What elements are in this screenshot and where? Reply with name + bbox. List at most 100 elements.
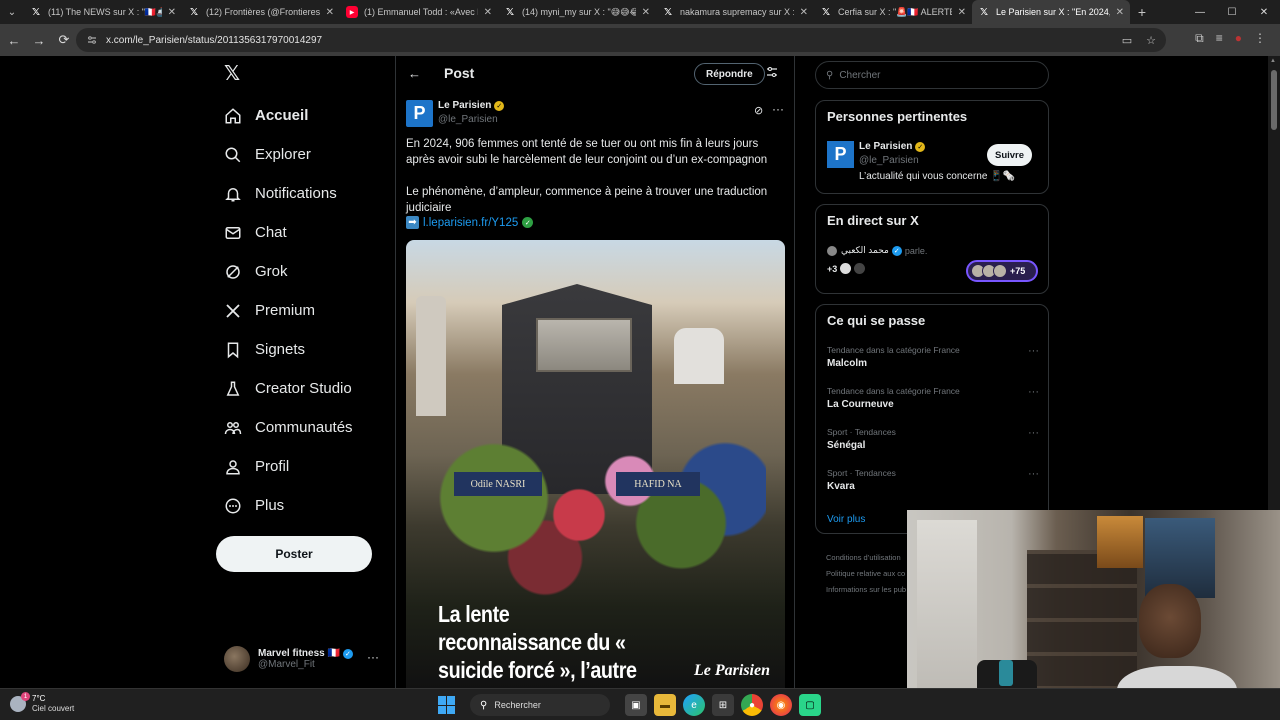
more-options-icon[interactable]: ···: [1028, 468, 1039, 480]
nav-item-grok[interactable]: Grok: [224, 252, 353, 291]
close-tab-icon[interactable]: ✕: [484, 7, 492, 18]
more-options-icon[interactable]: ···: [367, 650, 379, 664]
follow-button[interactable]: Suivre: [987, 144, 1033, 166]
browser-tab[interactable]: ▶ (1) Emmanuel Todd : «Avec le G ✕: [340, 0, 498, 24]
file-explorer-icon[interactable]: ▬: [654, 694, 676, 716]
nav-item-chat[interactable]: Chat: [224, 213, 353, 252]
close-tab-icon[interactable]: ✕: [326, 7, 334, 18]
weather-condition: Ciel couvert: [32, 704, 75, 713]
footer-link[interactable]: Informations sur les pub: [826, 582, 916, 598]
media-logo: Le Parisien: [694, 662, 770, 679]
grok-icon[interactable]: ⊘: [754, 104, 763, 117]
browser-tab[interactable]: 𝕏 (11) The NEWS sur X : "🇫🇷🚢Nia ✕: [24, 0, 182, 24]
close-window-icon[interactable]: ✕: [1248, 0, 1280, 24]
x-logo[interactable]: 𝕏: [224, 64, 244, 84]
show-more-link[interactable]: Voir plus: [827, 514, 865, 525]
search-input[interactable]: ⚲ Chercher: [815, 61, 1049, 89]
avatar: [993, 264, 1007, 278]
nav-item-home[interactable]: Accueil: [224, 96, 353, 135]
firefox-icon[interactable]: ◉: [770, 694, 792, 716]
trend-item[interactable]: Sport · Tendances Kvara ···: [827, 468, 1039, 492]
more-options-icon[interactable]: ···: [1028, 427, 1039, 439]
author-name[interactable]: Le Parisien ✓: [438, 100, 505, 111]
maximize-icon[interactable]: ☐: [1216, 0, 1248, 24]
weather-widget[interactable]: 1 7°C Ciel couvert: [10, 692, 75, 714]
grave-plaque: [536, 318, 632, 372]
tab-title: (11) The NEWS sur X : "🇫🇷🚢Nia: [48, 6, 162, 17]
close-tab-icon[interactable]: ✕: [800, 7, 808, 18]
profile-icon[interactable]: ●: [1235, 31, 1242, 46]
edge-icon[interactable]: e: [683, 694, 705, 716]
more-options-icon[interactable]: ···: [772, 102, 784, 116]
head-shape: [1139, 584, 1201, 658]
store-icon[interactable]: ⊞: [712, 694, 734, 716]
browser-tab[interactable]: 𝕏 (12) Frontières (@Frontieresme ✕: [182, 0, 340, 24]
trend-item[interactable]: Sport · Tendances Sénégal ···: [827, 427, 1039, 451]
account-switcher[interactable]: Marvel fitness 🇫🇷 ✓ @Marvel_Fit ···: [224, 642, 389, 676]
tweet-media-image[interactable]: Odile NASRI HAFID NA La lente reconnaiss…: [406, 240, 785, 688]
nav-item-profile[interactable]: Profil: [224, 447, 353, 486]
browser-menu-icon[interactable]: ⋮: [1254, 31, 1266, 46]
nav-label: Chat: [255, 224, 287, 241]
cast-icon[interactable]: ▭: [1122, 34, 1132, 47]
task-view-icon[interactable]: ▣: [625, 694, 647, 716]
trend-item[interactable]: Tendance dans la catégorie France Malcol…: [827, 345, 1039, 369]
back-icon[interactable]: ←: [2, 28, 26, 52]
author-handle[interactable]: @le_Parisien: [438, 114, 498, 125]
can-shape: [999, 660, 1013, 686]
minimize-icon[interactable]: —: [1184, 0, 1216, 24]
post-button[interactable]: Poster: [216, 536, 372, 572]
trend-name: Sénégal: [827, 440, 866, 451]
close-tab-icon[interactable]: ✕: [958, 7, 966, 18]
participant-count: +75: [1010, 266, 1026, 276]
browser-tab[interactable]: 𝕏 nakamura supremacy sur X : "R ✕: [656, 0, 814, 24]
app-icon[interactable]: ▢: [799, 694, 821, 716]
avatar[interactable]: P: [827, 141, 854, 168]
author-avatar[interactable]: P: [406, 100, 433, 127]
footer-link[interactable]: Conditions d’utilisation: [826, 550, 916, 566]
relevant-name[interactable]: Le Parisien ✓: [859, 141, 926, 152]
close-tab-icon[interactable]: ✕: [168, 7, 176, 18]
browser-tab-active[interactable]: 𝕏 Le Parisien sur X : "En 2024, 906 ✕: [972, 0, 1130, 24]
bookmark-star-icon[interactable]: ☆: [1146, 34, 1156, 47]
nav-label: Explorer: [255, 146, 311, 163]
reload-icon[interactable]: ⟳: [52, 28, 76, 52]
footer-link[interactable]: Politique relative aux co: [826, 566, 916, 582]
nav-item-bookmarks[interactable]: Signets: [224, 330, 353, 369]
nav-item-explore[interactable]: Explorer: [224, 135, 353, 174]
tweet-link[interactable]: ➡ l.leparisien.fr/Y125 ✓: [406, 216, 534, 229]
media-controls-icon[interactable]: ≡: [1216, 31, 1223, 46]
close-tab-icon[interactable]: ✕: [1116, 7, 1124, 18]
search-placeholder: Chercher: [839, 69, 881, 81]
tab-search-menu-icon[interactable]: ⌄: [0, 0, 24, 24]
scrollbar-thumb[interactable]: [1271, 70, 1277, 130]
scroll-up-arrow-icon[interactable]: ▲: [1270, 58, 1276, 64]
browser-tab[interactable]: 𝕏 (14) myni_my sur X : "😅😅😂 t ✕: [498, 0, 656, 24]
settings-sliders-icon[interactable]: [766, 66, 778, 81]
nav-item-notifications[interactable]: Notifications: [224, 174, 353, 213]
address-bar[interactable]: x.com/le_Parisien/status/201135631797001…: [76, 28, 1166, 52]
nav-item-creator-studio[interactable]: Creator Studio: [224, 369, 353, 408]
trend-name: Kvara: [827, 481, 855, 492]
reply-button[interactable]: Répondre: [694, 63, 765, 85]
new-tab-button[interactable]: +: [1130, 4, 1154, 20]
chrome-icon[interactable]: ●: [741, 694, 763, 716]
trend-item[interactable]: Tendance dans la catégorie France La Cou…: [827, 386, 1039, 410]
mail-icon: [224, 224, 242, 242]
windows-start-icon[interactable]: [438, 696, 456, 714]
extensions-icon[interactable]: ⧉: [1195, 31, 1204, 46]
forward-icon[interactable]: →: [27, 28, 51, 52]
more-options-icon[interactable]: ···: [1028, 345, 1039, 357]
live-host[interactable]: محمد الكعبي ✓ parle.: [827, 245, 927, 256]
back-arrow-icon[interactable]: ←: [408, 66, 421, 81]
account-name: Marvel fitness 🇫🇷 ✓: [258, 648, 353, 659]
nav-item-premium[interactable]: Premium: [224, 291, 353, 330]
live-space-pill[interactable]: +75: [966, 260, 1038, 282]
nav-item-communities[interactable]: Communautés: [224, 408, 353, 447]
more-options-icon[interactable]: ···: [1028, 386, 1039, 398]
site-info-icon[interactable]: [86, 34, 98, 46]
taskbar-search[interactable]: ⚲ Rechercher: [470, 694, 610, 716]
browser-tab[interactable]: 𝕏 Cerfia sur X : "🚨🇫🇷 ALERTE INF ✕: [814, 0, 972, 24]
close-tab-icon[interactable]: ✕: [642, 7, 650, 18]
nav-item-more[interactable]: Plus: [224, 486, 353, 525]
